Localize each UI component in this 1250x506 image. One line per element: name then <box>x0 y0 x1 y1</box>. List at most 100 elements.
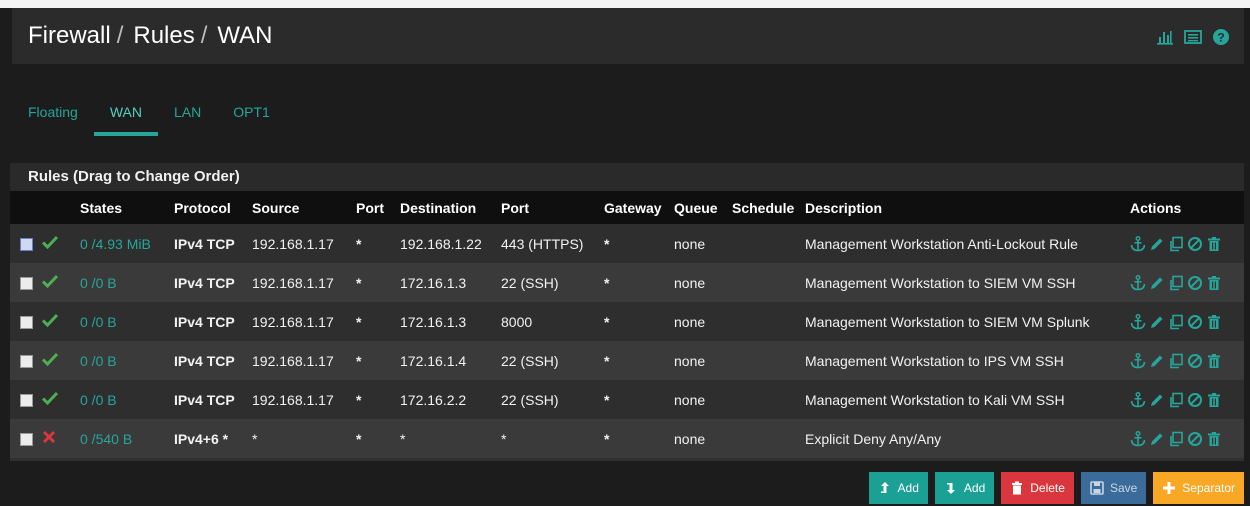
delete-button[interactable]: Delete <box>1001 472 1074 504</box>
row-schedule <box>728 263 801 302</box>
tab-floating[interactable]: Floating <box>12 100 94 128</box>
bar-chart-icon[interactable] <box>1156 28 1174 46</box>
row-status-cell <box>38 380 76 419</box>
row-protocol: IPv4 TCP <box>174 235 235 252</box>
disable-icon[interactable] <box>1187 275 1203 291</box>
row-gateway: * <box>604 352 610 369</box>
tab-lan[interactable]: LAN <box>158 100 217 128</box>
add-bottom-button[interactable]: Add <box>934 472 995 504</box>
col-schedule: Schedule <box>732 199 795 216</box>
col-source: Source <box>252 199 300 216</box>
row-states[interactable]: 0 /540 B <box>76 419 170 458</box>
edit-icon[interactable] <box>1149 314 1165 330</box>
edit-icon[interactable] <box>1149 353 1165 369</box>
row-description: Management Workstation to SIEM VM SSH <box>805 274 1076 291</box>
col-description: Description <box>805 199 883 216</box>
table-row[interactable]: 0 /0 B IPv4 TCP 192.168.1.17 * 172.16.1.3 800… <box>10 302 1244 341</box>
breadcrumb-wan: WAN <box>217 22 273 49</box>
copy-icon[interactable] <box>1168 275 1184 291</box>
row-schedule <box>728 419 801 458</box>
row-checkbox[interactable] <box>20 394 33 408</box>
pass-check-icon <box>41 274 59 291</box>
anchor-icon[interactable] <box>1130 274 1146 291</box>
row-description: Management Workstation to IPS VM SSH <box>805 352 1064 369</box>
row-destination: 172.16.2.2 <box>400 391 467 408</box>
copy-icon[interactable] <box>1168 236 1184 252</box>
edit-icon[interactable] <box>1149 392 1165 408</box>
table-row[interactable]: 0 /0 B IPv4 TCP 192.168.1.17 * 172.16.2.2 22 … <box>10 380 1244 419</box>
disable-icon[interactable] <box>1187 431 1203 447</box>
row-states[interactable]: 0 /0 B <box>76 302 170 341</box>
list-icon[interactable] <box>1184 28 1202 46</box>
tab-wan[interactable]: WAN <box>93 100 159 136</box>
row-select-cell <box>10 341 38 380</box>
row-schedule <box>728 341 801 380</box>
row-gateway: * <box>604 274 610 291</box>
row-protocol: IPv4 TCP <box>174 352 235 369</box>
row-states[interactable]: 0 /4.93 MiB <box>76 224 170 263</box>
anchor-icon[interactable] <box>1130 430 1146 447</box>
copy-icon[interactable] <box>1168 353 1184 369</box>
table-row[interactable]: 0 /0 B IPv4 TCP 192.168.1.17 * 172.16.1.3 22 … <box>10 263 1244 302</box>
trash-icon[interactable] <box>1206 431 1222 447</box>
add-top-label: Add <box>897 481 919 495</box>
anchor-icon[interactable] <box>1130 352 1146 369</box>
row-checkbox[interactable] <box>20 238 33 252</box>
copy-icon[interactable] <box>1168 392 1184 408</box>
disable-icon[interactable] <box>1187 353 1203 369</box>
pass-check-icon <box>41 313 59 330</box>
row-checkbox[interactable] <box>20 355 33 369</box>
trash-icon[interactable] <box>1206 314 1222 330</box>
row-source-port: * <box>356 391 362 408</box>
breadcrumb-separator: / <box>116 22 124 49</box>
row-actions <box>1126 224 1244 263</box>
anchor-icon[interactable] <box>1130 235 1146 252</box>
help-icon[interactable]: ? <box>1212 28 1230 46</box>
disable-icon[interactable] <box>1187 314 1203 330</box>
disable-icon[interactable] <box>1187 392 1203 408</box>
row-source: 192.168.1.17 <box>252 274 334 291</box>
trash-icon[interactable] <box>1206 353 1222 369</box>
row-checkbox[interactable] <box>20 433 33 447</box>
row-queue: none <box>674 430 706 447</box>
copy-icon[interactable] <box>1168 314 1184 330</box>
row-gateway: * <box>604 391 610 408</box>
row-destination: 192.168.1.22 <box>400 235 482 252</box>
row-states[interactable]: 0 /0 B <box>76 263 170 302</box>
trash-icon[interactable] <box>1206 392 1222 408</box>
col-destination-port: Port <box>501 199 529 216</box>
row-select-cell <box>10 302 38 341</box>
edit-icon[interactable] <box>1149 236 1165 252</box>
row-checkbox[interactable] <box>20 316 33 330</box>
row-select-cell <box>10 419 38 458</box>
table-row[interactable]: 0 /4.93 MiB IPv4 TCP 192.168.1.17 * 192.168.… <box>10 224 1244 263</box>
save-button[interactable]: Save <box>1080 472 1147 504</box>
col-source-port: Port <box>356 199 384 216</box>
table-row[interactable]: 0 /540 B IPv4+6 * * * * * * none Explicit Deny A… <box>10 419 1244 458</box>
row-states[interactable]: 0 /0 B <box>76 341 170 380</box>
delete-label: Delete <box>1030 481 1065 495</box>
col-actions: Actions <box>1130 199 1182 216</box>
row-states[interactable]: 0 /0 B <box>76 380 170 419</box>
row-description: Management Workstation Anti-Lockout Rule <box>805 235 1078 252</box>
breadcrumb-rules[interactable]: Rules <box>133 22 194 50</box>
row-destination-port: 22 (SSH) <box>501 274 559 291</box>
copy-icon[interactable] <box>1168 431 1184 447</box>
table-row[interactable]: 0 /0 B IPv4 TCP 192.168.1.17 * 172.16.1.4 22 … <box>10 341 1244 380</box>
row-queue: none <box>674 391 706 408</box>
disable-icon[interactable] <box>1187 236 1203 252</box>
add-top-button[interactable]: Add <box>868 472 928 504</box>
row-checkbox[interactable] <box>20 277 33 291</box>
col-select <box>10 191 38 224</box>
row-destination: 172.16.1.3 <box>400 313 467 330</box>
tab-opt1[interactable]: OPT1 <box>217 100 286 128</box>
separator-button[interactable]: Separator <box>1153 472 1244 504</box>
breadcrumb-firewall[interactable]: Firewall <box>28 22 111 50</box>
edit-icon[interactable] <box>1149 431 1165 447</box>
anchor-icon[interactable] <box>1130 391 1146 408</box>
trash-icon[interactable] <box>1206 275 1222 291</box>
trash-icon[interactable] <box>1206 236 1222 252</box>
anchor-icon[interactable] <box>1130 313 1146 330</box>
row-protocol: IPv4 TCP <box>174 274 235 291</box>
edit-icon[interactable] <box>1149 275 1165 291</box>
